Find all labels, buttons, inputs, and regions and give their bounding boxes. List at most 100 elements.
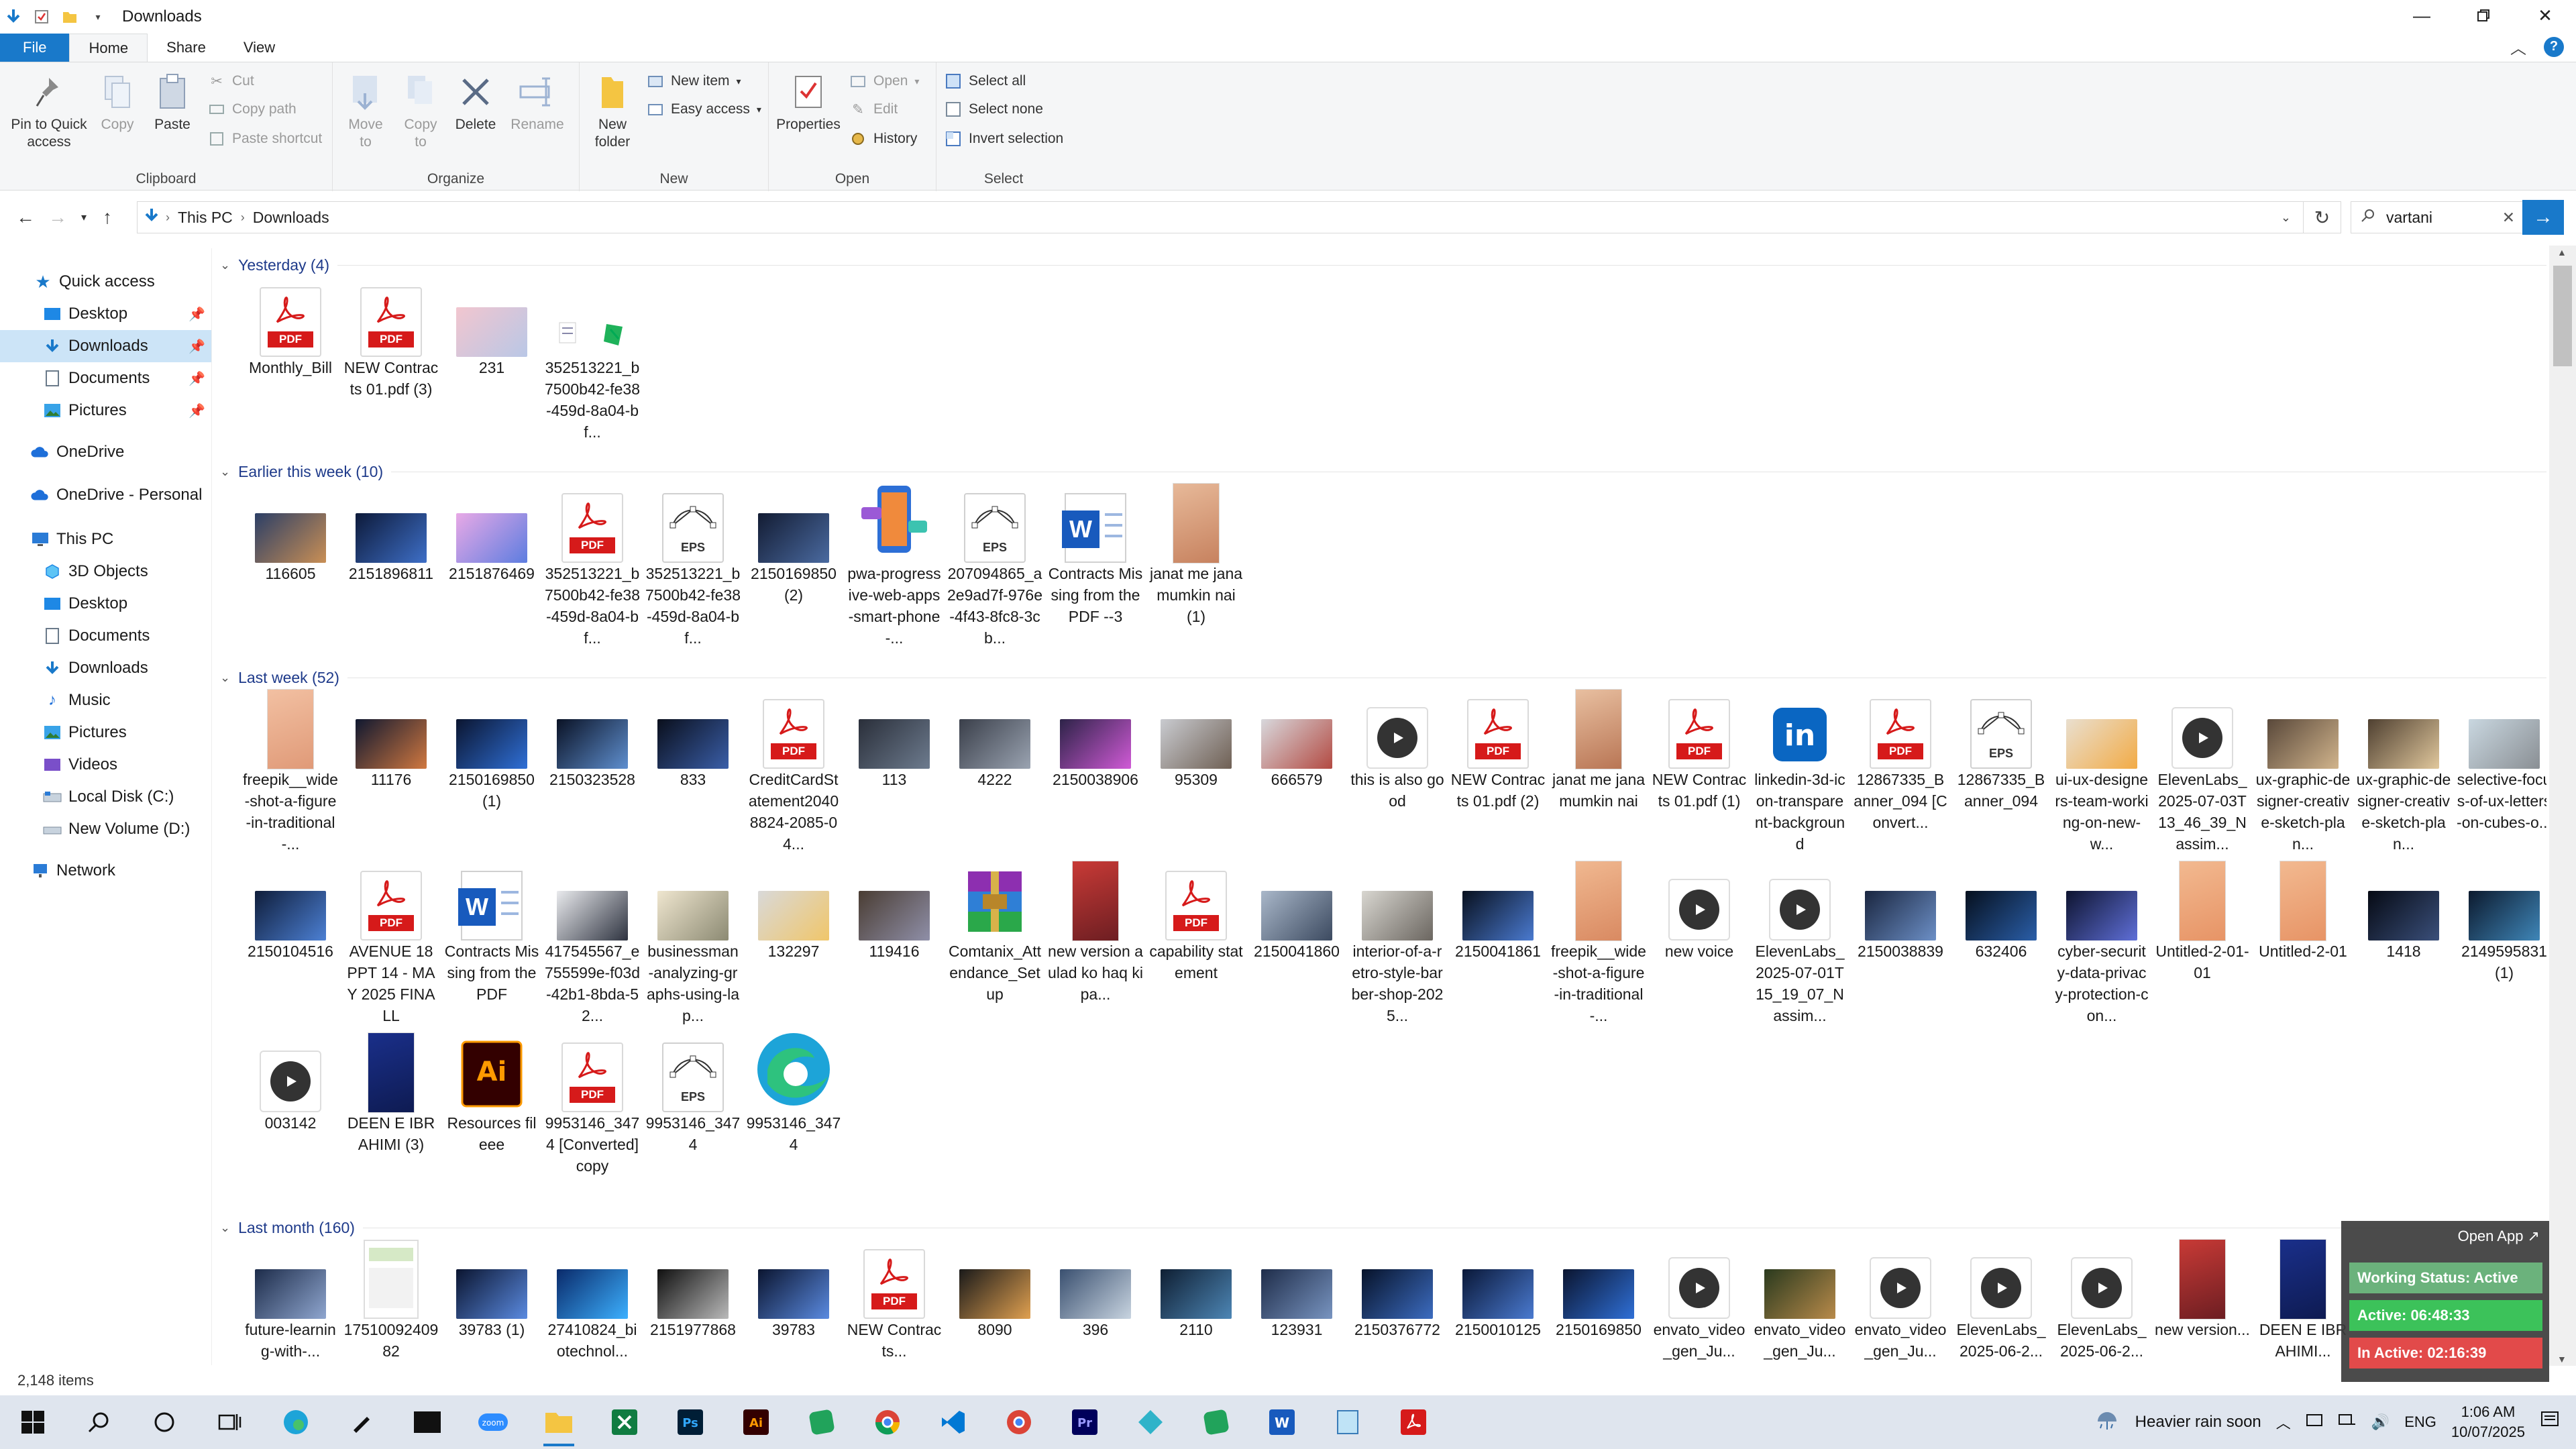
file-item[interactable]: 2150038839: [1853, 857, 1948, 962]
new-item-button[interactable]: New item ▾: [647, 69, 741, 93]
file-item[interactable]: DEEN E IBRAHIMI (3): [343, 1029, 439, 1155]
chevron-down-icon[interactable]: ⌄: [220, 258, 230, 272]
collapse-ribbon-icon[interactable]: ︿: [2510, 35, 2526, 58]
nav-pc-pictures[interactable]: Pictures: [0, 716, 211, 749]
terminal-icon[interactable]: [394, 1395, 460, 1449]
nav-local-disk-c[interactable]: Local Disk (C:): [0, 781, 211, 813]
file-item[interactable]: 231: [444, 274, 539, 378]
nav-quick-documents[interactable]: Documents 📌: [0, 362, 211, 394]
invert-selection-button[interactable]: Invert selection: [945, 127, 1063, 151]
forward-button[interactable]: →: [42, 201, 74, 233]
file-item[interactable]: envato_video_gen_Ju...: [1853, 1236, 1948, 1362]
address-path[interactable]: › This PC › Downloads ⌄: [137, 201, 2304, 233]
paste-button[interactable]: Paste: [149, 72, 196, 133]
clock[interactable]: 1:06 AM 10/07/2025: [2451, 1402, 2525, 1442]
delete-button[interactable]: Delete: [452, 72, 499, 133]
photoshop-icon[interactable]: Ps: [657, 1395, 723, 1449]
file-item[interactable]: ux-graphic-designer-creative-sketch-plan…: [2356, 686, 2451, 855]
customize-toolbar-icon[interactable]: ▾: [89, 7, 107, 26]
nav-pc-desktop[interactable]: Desktop: [0, 588, 211, 620]
file-item[interactable]: 2149595831 (1): [2457, 857, 2546, 983]
language-indicator[interactable]: ENG: [2404, 1413, 2436, 1431]
file-item[interactable]: freepik__wide-shot-a-figure-in-tradition…: [243, 686, 338, 855]
tab-home[interactable]: Home: [69, 34, 148, 62]
file-item[interactable]: janat me jana mumkin nai (1): [1148, 480, 1244, 627]
file-item[interactable]: 27410824_biotechnol...: [545, 1236, 640, 1362]
notepad-icon[interactable]: [1315, 1395, 1381, 1449]
search-box[interactable]: vartani ✕: [2351, 201, 2542, 233]
nav-pc-music[interactable]: ♪ Music: [0, 684, 211, 716]
file-item[interactable]: 116605: [243, 480, 338, 584]
move-to-button[interactable]: Move to: [342, 72, 389, 151]
file-item[interactable]: 11176: [343, 686, 439, 790]
pin-icon[interactable]: 📌: [189, 370, 205, 387]
chrome-icon[interactable]: [855, 1395, 920, 1449]
file-item[interactable]: ElevenLabs_2025-07-01T15_19_07_Nassim...: [1752, 857, 1847, 1026]
file-item[interactable]: ui-ux-designers-team-working-on-new-w...: [2054, 686, 2149, 855]
file-item[interactable]: PDF 352513221_b7500b42-fe38-459d-8a04-bf.…: [545, 480, 640, 649]
file-item[interactable]: 8090: [947, 1236, 1042, 1340]
breadcrumb-this-pc[interactable]: This PC: [170, 209, 241, 227]
tab-share[interactable]: Share: [148, 34, 225, 62]
notifications-icon[interactable]: [2540, 1410, 2560, 1434]
refresh-button[interactable]: ↻: [2304, 201, 2341, 233]
file-item[interactable]: PDF NEW Contracts 01.pdf (2): [1450, 686, 1546, 812]
pin-icon[interactable]: 📌: [189, 402, 205, 419]
help-icon[interactable]: ?: [2544, 36, 2564, 57]
file-item[interactable]: interior-of-a-retro-style-barber-shop-20…: [1350, 857, 1445, 1026]
file-item[interactable]: 2150376772: [1350, 1236, 1445, 1340]
file-item[interactable]: 2150169850: [1551, 1236, 1646, 1340]
file-item[interactable]: 2150169850 (2): [746, 480, 841, 606]
nav-3d-objects[interactable]: 3D Objects: [0, 555, 211, 588]
search-input[interactable]: vartani: [2386, 209, 2432, 227]
nav-quick-downloads[interactable]: Downloads 📌: [0, 330, 211, 362]
paste-shortcut-button[interactable]: Paste shortcut: [208, 127, 322, 151]
scrollbar-thumb[interactable]: [2553, 266, 2572, 366]
file-item[interactable]: 1751009240982: [343, 1236, 439, 1362]
nav-pc-videos[interactable]: Videos: [0, 749, 211, 781]
file-item[interactable]: 1418: [2356, 857, 2451, 962]
copy-to-button[interactable]: Copy to: [397, 72, 444, 151]
file-item[interactable]: PDF capability statement: [1148, 857, 1244, 983]
file-item[interactable]: ElevenLabs_2025-06-2...: [1953, 1236, 2049, 1362]
group-header[interactable]: ⌄ Yesterday (4): [212, 254, 2546, 276]
acrobat-icon[interactable]: [1381, 1395, 1446, 1449]
properties-icon[interactable]: [32, 7, 51, 26]
rename-button[interactable]: Rename: [507, 72, 568, 133]
file-item[interactable]: 39783: [746, 1236, 841, 1340]
file-item[interactable]: 2151896811: [343, 480, 439, 584]
nav-onedrive-personal[interactable]: OneDrive - Personal: [0, 479, 211, 511]
new-folder-icon[interactable]: [60, 7, 79, 26]
breadcrumb-downloads[interactable]: Downloads: [245, 209, 337, 227]
file-item[interactable]: 352513221_b7500b42-fe38-459d-8a04-bf...: [545, 274, 640, 443]
file-item[interactable]: 119416: [847, 857, 942, 962]
file-item[interactable]: EPS 9953146_3474: [645, 1029, 741, 1155]
file-item[interactable]: in linkedin-3d-icon-transparent-backgroun…: [1752, 686, 1847, 855]
file-item[interactable]: 123931: [1249, 1236, 1344, 1340]
chrome-profile-icon[interactable]: [986, 1395, 1052, 1449]
file-item[interactable]: ux-graphic-designer-creative-sketch-plan…: [2255, 686, 2351, 855]
file-item[interactable]: 2150010125: [1450, 1236, 1546, 1340]
network-tray-icon[interactable]: [2338, 1412, 2357, 1432]
file-item[interactable]: cyber-security-data-privacy-protection-c…: [2054, 857, 2149, 1026]
back-button[interactable]: ←: [9, 201, 42, 233]
file-item[interactable]: PDF NEW Contracts 01.pdf (1): [1652, 686, 1747, 812]
file-item[interactable]: Untitled-2-01-01: [2155, 857, 2250, 983]
zoom-icon[interactable]: zoom: [460, 1395, 526, 1449]
file-item[interactable]: envato_video_gen_Ju...: [1752, 1236, 1847, 1362]
chevron-down-icon[interactable]: ⌄: [220, 671, 230, 685]
file-item[interactable]: this is also good: [1350, 686, 1445, 812]
premiere-icon[interactable]: Pr: [1052, 1395, 1118, 1449]
file-item[interactable]: ElevenLabs_2025-07-03T13_46_39_Nassim...: [2155, 686, 2250, 855]
file-item[interactable]: PDF 9953146_3474 [Converted] copy: [545, 1029, 640, 1177]
up-button[interactable]: ↑: [94, 201, 121, 233]
vertical-scrollbar[interactable]: ▲ ▼: [2549, 246, 2576, 1366]
file-item[interactable]: 9953146_3474: [746, 1029, 841, 1155]
green-app-2-icon[interactable]: [1183, 1395, 1249, 1449]
maximize-button[interactable]: [2453, 0, 2514, 31]
file-item[interactable]: 2150169850 (1): [444, 686, 539, 812]
nav-quick-access[interactable]: ★ Quick access: [0, 266, 211, 298]
task-view-icon[interactable]: [197, 1395, 263, 1449]
file-item[interactable]: EPS 12867335_Banner_094: [1953, 686, 2049, 812]
copy-path-button[interactable]: Copy path: [208, 97, 297, 121]
